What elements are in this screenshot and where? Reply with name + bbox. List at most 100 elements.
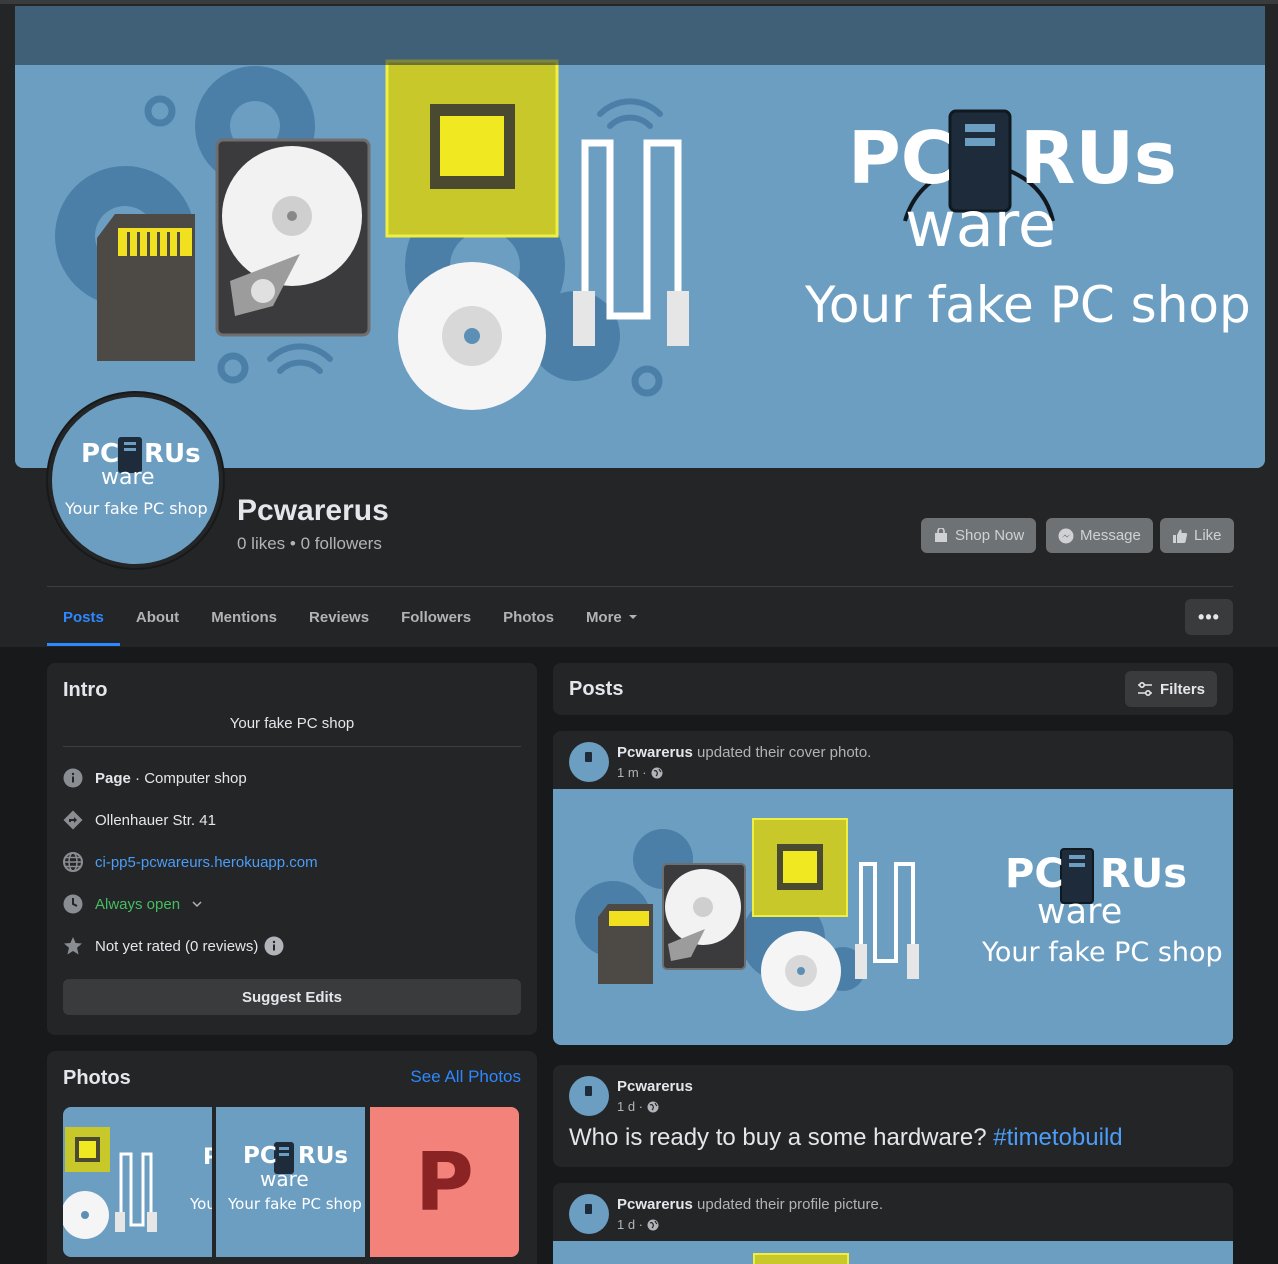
post-meta: 1 d · (617, 1099, 659, 1114)
avatar-logo-icon (585, 1204, 592, 1214)
post-text-update: Pcwarerus 1 d · Who is ready to buy a so… (553, 1065, 1233, 1167)
page-name: Pcwarerus (237, 494, 389, 527)
posts-header-card: Posts Filters (553, 663, 1233, 715)
post-time[interactable]: 1 d · (617, 1099, 643, 1114)
message-label: Message (1080, 527, 1141, 544)
post-cover-rus: RUs (1100, 851, 1188, 897)
post-profile-update: Pcwarerus updated their profile picture.… (553, 1183, 1233, 1264)
globe-icon (647, 1101, 659, 1112)
see-all-photos-link[interactable]: See All Photos (410, 1067, 521, 1087)
filters-button[interactable]: Filters (1124, 671, 1217, 707)
post-cover-pc: PC (1005, 851, 1064, 897)
photos-card: Photos See All Photos P You PC RUs ware … (47, 1051, 537, 1264)
filters-label: Filters (1159, 680, 1205, 698)
avatar-logo-icon (585, 752, 592, 762)
tab-posts-label: Posts (63, 608, 104, 626)
intro-title: Intro (63, 679, 108, 701)
tab-followers-label: Followers (401, 608, 472, 626)
cover-brand-ware: ware (905, 188, 1056, 261)
intro-bio: Your fake PC shop (229, 715, 355, 732)
photo-thumbnail-1[interactable]: P You (63, 1107, 212, 1257)
more-options-button[interactable]: ••• (1185, 599, 1233, 635)
globe-icon (647, 1219, 659, 1230)
thumb2-tagline: Your fake PC shop (228, 1195, 362, 1213)
thumb1-you: You (190, 1195, 212, 1213)
post-meta: 1 m · (617, 765, 663, 780)
message-button[interactable]: Message (1046, 518, 1153, 553)
tab-photos-label: Photos (503, 608, 554, 626)
directions-icon (63, 810, 83, 830)
tab-mentions[interactable]: Mentions (195, 588, 293, 646)
thumb2-rus: RUs (298, 1143, 349, 1169)
post-profile-image[interactable] (553, 1241, 1233, 1264)
intro-separator (63, 746, 521, 747)
profile-brand-ware: ware (101, 465, 155, 490)
photo-thumbnail-2[interactable]: PC RUs ware Your fake PC shop (216, 1107, 365, 1257)
post-cover-image[interactable]: PC RUs ware Your fake PC shop (553, 789, 1233, 1045)
shop-now-label: Shop Now (955, 527, 1025, 544)
post-author-avatar[interactable] (569, 1194, 609, 1234)
page-stats: 0 likes • 0 followers (237, 534, 382, 553)
intro-address-row: Ollenhauer Str. 41 (63, 810, 216, 830)
post-time[interactable]: 1 d · (617, 1217, 643, 1232)
post-author[interactable]: Pcwarerus (617, 1078, 693, 1095)
tab-about[interactable]: About (120, 588, 195, 646)
like-label: Like (1194, 527, 1222, 544)
intro-hours: Always open (95, 895, 181, 913)
tab-reviews[interactable]: Reviews (293, 588, 385, 646)
intro-rating-row: Not yet rated (0 reviews) (63, 936, 284, 956)
rating-info-icon[interactable] (264, 936, 284, 956)
intro-category-bold: Page (95, 769, 131, 787)
cpu-chip-image (753, 1253, 849, 1264)
thumbs-up-icon (1173, 529, 1188, 543)
post-author-avatar[interactable] (569, 742, 609, 782)
shopping-bag-icon (935, 527, 947, 542)
photo-thumbnail-3[interactable]: P (370, 1107, 519, 1257)
intro-hours-row[interactable]: Always open (63, 894, 202, 914)
shop-now-button[interactable]: Shop Now (921, 518, 1037, 553)
caret-down-icon (628, 615, 637, 619)
filter-sliders-icon (1137, 681, 1152, 697)
thumb-cover-icon (63, 1127, 157, 1239)
post-author[interactable]: Pcwarerus (617, 744, 693, 761)
post-header: Pcwarerus updated their profile picture. (617, 1196, 883, 1213)
intro-category-row: Page · Computer shop (63, 768, 247, 788)
profile-picture[interactable]: PC RUs ware Your fake PC shop (48, 393, 223, 568)
post-text: Who is ready to buy a some hardware? (569, 1124, 994, 1151)
star-icon (63, 936, 83, 956)
post-time[interactable]: 1 m · (617, 765, 647, 780)
intro-website-link[interactable]: ci-pp5-pcwareurs.herokuapp.com (95, 854, 318, 871)
intro-website-row[interactable]: ci-pp5-pcwareurs.herokuapp.com (63, 852, 318, 872)
chevron-down-icon[interactable] (192, 900, 202, 908)
top-strip (0, 0, 1278, 4)
globe-icon (651, 767, 663, 778)
post-hashtag[interactable]: #timetobuild (993, 1124, 1122, 1151)
suggest-edits-button[interactable]: Suggest Edits (63, 979, 521, 1015)
thumb2-pc: PC (243, 1143, 277, 1169)
clock-icon (63, 894, 83, 914)
tab-more-label: More (585, 608, 622, 626)
info-icon (63, 768, 83, 788)
posts-title: Posts (569, 678, 624, 700)
post-meta: 1 d · (617, 1217, 659, 1232)
tab-posts[interactable]: Posts (47, 588, 120, 646)
profile-tagline: Your fake PC shop (65, 499, 208, 518)
thumb3-letter: P (415, 1135, 474, 1229)
intro-rating: Not yet rated (0 reviews) (95, 937, 259, 955)
post-cover-tagline: Your fake PC shop (982, 937, 1223, 968)
thumb2-ware: ware (260, 1167, 309, 1191)
post-cover-ware: ware (1037, 892, 1123, 932)
post-cover-update: Pcwarerus updated their cover photo. 1 m… (553, 731, 1233, 1045)
post-cover-illustration (575, 818, 1094, 1011)
post-author[interactable]: Pcwarerus (617, 1196, 693, 1213)
post-body: Who is ready to buy a some hardware? #ti… (569, 1124, 1123, 1152)
tab-followers[interactable]: Followers (385, 588, 487, 646)
tab-photos[interactable]: Photos (487, 588, 570, 646)
post-author-avatar[interactable] (569, 1076, 609, 1116)
photos-title: Photos (63, 1067, 131, 1089)
page-tabs: Posts About Mentions Reviews Followers P… (47, 588, 654, 646)
like-button[interactable]: Like (1160, 518, 1234, 553)
post-action: updated their profile picture. (692, 1196, 884, 1213)
post-action: updated their cover photo. (692, 744, 872, 761)
tab-more[interactable]: More (570, 588, 654, 646)
